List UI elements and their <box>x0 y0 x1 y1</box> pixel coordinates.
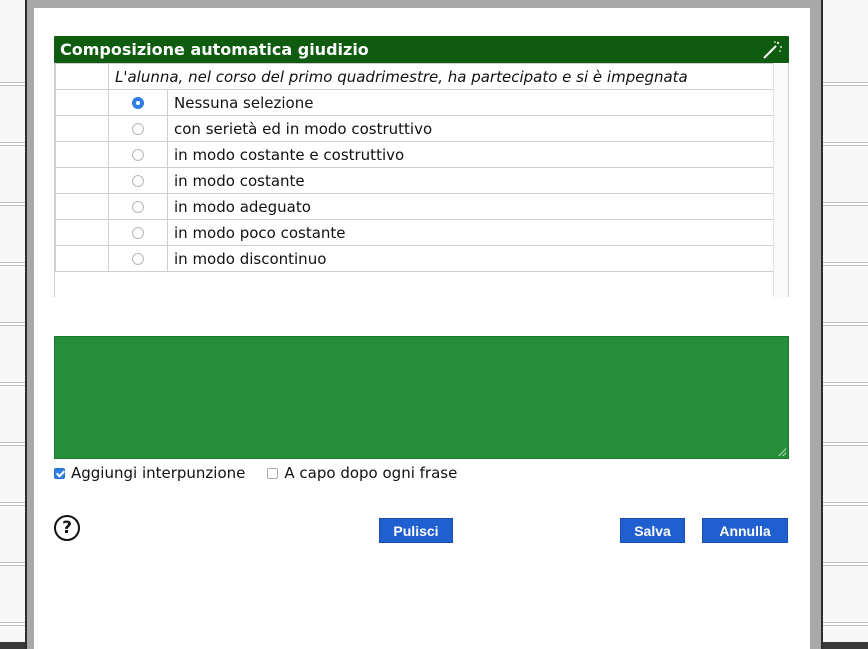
options-scrollbar[interactable] <box>773 63 788 297</box>
option-radio[interactable] <box>132 253 144 265</box>
option-radio[interactable] <box>132 97 144 109</box>
option-row[interactable]: in modo costante <box>55 167 774 194</box>
punctuation-checkbox[interactable] <box>54 467 65 479</box>
option-radio[interactable] <box>132 227 144 239</box>
newline-checkbox[interactable] <box>267 467 279 479</box>
prompt-row: L'alunna, nel corso del primo quadrimest… <box>55 63 774 90</box>
option-label[interactable]: con serietà ed in modo costruttivo <box>167 115 774 142</box>
option-radio[interactable] <box>132 123 144 135</box>
punctuation-checkbox-label[interactable]: Aggiungi interpunzione <box>71 464 245 482</box>
options-scroll-area[interactable]: L'alunna, nel corso del primo quadrimest… <box>54 63 789 297</box>
option-radio[interactable] <box>132 201 144 213</box>
option-radio[interactable] <box>132 175 144 187</box>
option-row[interactable]: in modo adeguato <box>55 193 774 220</box>
help-circle-icon[interactable]: ? <box>54 515 80 541</box>
judgment-textarea[interactable] <box>54 336 789 459</box>
composer-panel: Composizione automatica giudizio L'alunn… <box>54 36 789 297</box>
cancel-button[interactable]: Annulla <box>702 518 788 543</box>
clear-button[interactable]: Pulisci <box>379 518 453 543</box>
magic-wand-icon[interactable] <box>761 39 783 61</box>
newline-checkbox-label[interactable]: A capo dopo ogni frase <box>284 464 457 482</box>
save-button[interactable]: Salva <box>620 518 685 543</box>
option-radio[interactable] <box>132 149 144 161</box>
option-row[interactable]: Nessuna selezione <box>55 89 774 116</box>
partially-visible-row: ... ... ... ... <box>55 293 185 297</box>
prompt-text: L'alunna, nel corso del primo quadrimest… <box>108 63 774 90</box>
judgment-composer-dialog: Composizione automatica giudizio L'alunn… <box>34 8 810 649</box>
option-label[interactable]: in modo poco costante <box>167 219 774 246</box>
option-row[interactable]: in modo discontinuo <box>55 245 774 272</box>
options-table: L'alunna, nel corso del primo quadrimest… <box>55 63 774 272</box>
option-row[interactable]: in modo poco costante <box>55 219 774 246</box>
option-label[interactable]: in modo costante <box>167 167 774 194</box>
dialog-title: Composizione automatica giudizio <box>60 40 369 59</box>
option-row[interactable]: con serietà ed in modo costruttivo <box>55 115 774 142</box>
resize-handle[interactable] <box>778 448 786 456</box>
dialog-title-bar: Composizione automatica giudizio <box>54 36 789 63</box>
option-label[interactable]: in modo discontinuo <box>167 245 774 272</box>
option-row[interactable]: in modo costante e costruttivo <box>55 141 774 168</box>
option-label[interactable]: Nessuna selezione <box>167 89 774 116</box>
option-label[interactable]: in modo adeguato <box>167 193 774 220</box>
option-label[interactable]: in modo costante e costruttivo <box>167 141 774 168</box>
text-options-row: Aggiungi interpunzione A capo dopo ogni … <box>54 464 457 482</box>
